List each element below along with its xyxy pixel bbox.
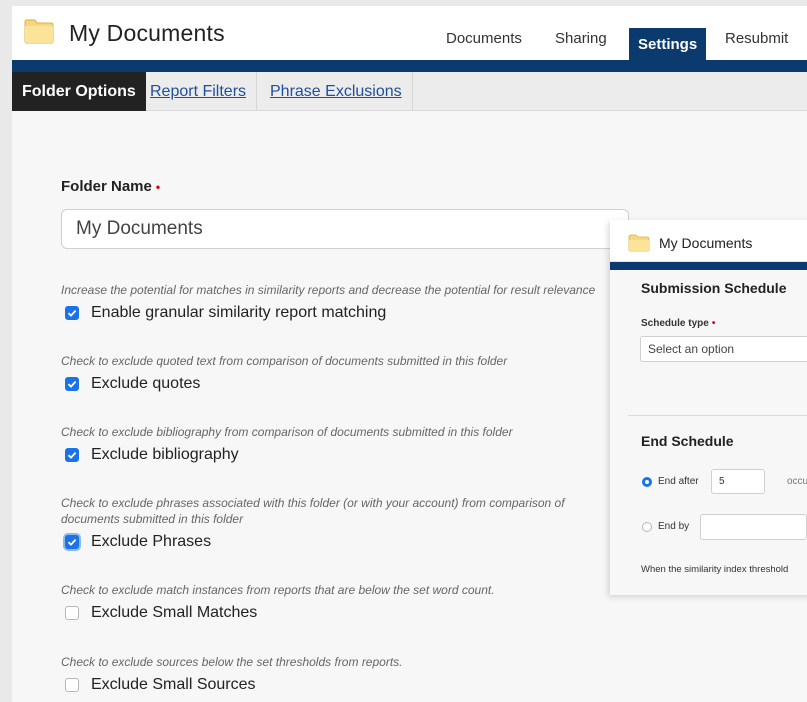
schedule-type-label: Schedule type • [641,318,715,329]
page-title: My Documents [69,20,225,46]
checkmark-icon [67,451,77,459]
folder-name-label: Folder Name • [61,178,160,195]
option-hint: Check to exclude quoted text from compar… [61,354,508,368]
checkbox-checked[interactable] [65,535,79,549]
option-granular-matching[interactable]: Enable granular similarity report matchi… [65,304,386,322]
radio-end-after[interactable] [642,477,652,487]
option-label: Exclude Phrases [91,533,212,550]
checkbox-checked[interactable] [65,377,79,391]
panel-title: My Documents [659,235,753,251]
option-hint: Increase the potential for matches in si… [61,283,596,297]
checkmark-icon [67,380,77,388]
option-label: Exclude bibliography [91,446,239,463]
end-by-label: End by [658,521,690,532]
option-exclude-bibliography[interactable]: Exclude bibliography [65,446,239,464]
required-indicator: • [155,180,161,194]
tab-sharing[interactable]: Sharing [555,30,607,47]
folder-icon [628,234,650,252]
option-exclude-small-matches[interactable]: Exclude Small Matches [65,604,257,622]
option-hint: Check to exclude sources below the set t… [61,655,403,669]
option-label: Enable granular similarity report matchi… [91,304,387,321]
threshold-text: When the similarity index threshold [641,564,789,575]
schedule-type-label-text: Schedule type [641,318,709,329]
option-hint: Check to exclude match instances from re… [61,583,495,597]
option-hint: Check to exclude phrases associated with… [61,496,565,526]
end-after-label: End after [658,476,699,487]
option-exclude-quotes[interactable]: Exclude quotes [65,375,200,393]
checkbox-unchecked[interactable] [65,678,79,692]
checkbox-checked[interactable] [65,448,79,462]
subtab-bar: Folder Options Report Filters Phrase Exc… [12,72,807,111]
required-indicator: • [711,318,716,329]
option-hint: Check to exclude bibliography from compa… [61,425,513,439]
subtab-report-filters[interactable]: Report Filters [140,72,258,111]
folder-icon [24,19,54,44]
tab-settings[interactable]: Settings [629,28,707,60]
option-label: Exclude Small Sources [91,676,256,693]
option-label: Exclude Small Matches [91,604,258,621]
panel-header: My Documents [610,220,807,262]
tab-documents[interactable]: Documents [446,30,522,47]
option-exclude-small-sources[interactable]: Exclude Small Sources [65,676,256,694]
checkbox-unchecked[interactable] [65,606,79,620]
schedule-type-select[interactable]: Select an option [640,336,807,362]
panel-section-divider [628,415,807,416]
checkmark-icon [67,309,77,317]
end-schedule-heading: End Schedule [641,433,734,449]
subtab-phrase-exclusions[interactable]: Phrase Exclusions [260,72,413,111]
checkmark-icon [67,538,77,546]
folder-name-input[interactable] [61,209,629,249]
header-divider [12,60,807,72]
subtab-folder-options[interactable]: Folder Options [12,72,146,111]
app-header: My Documents Documents Sharing Settings … [12,6,807,60]
submission-schedule-heading: Submission Schedule [641,280,787,296]
option-exclude-phrases[interactable]: Exclude Phrases [65,533,211,551]
end-by-date-input[interactable] [700,514,807,540]
checkbox-checked[interactable] [65,306,79,320]
end-after-suffix: occu [787,476,807,487]
panel-divider [610,262,807,270]
radio-end-by[interactable] [642,522,652,532]
end-after-input[interactable]: 5 [711,469,765,494]
option-label: Exclude quotes [91,375,201,392]
folder-name-label-text: Folder Name [61,178,152,195]
tab-resubmit[interactable]: Resubmit [725,30,788,47]
